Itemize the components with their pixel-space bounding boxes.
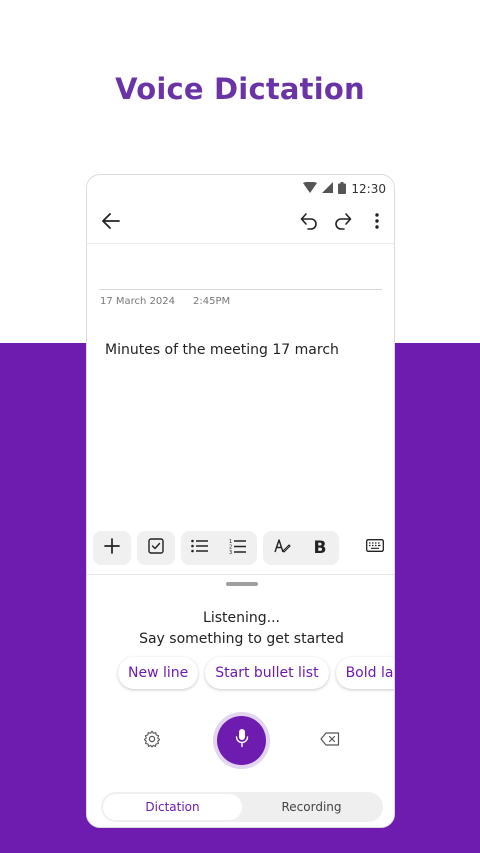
format-toolbar: 123 B <box>93 531 339 565</box>
back-arrow-icon <box>102 212 120 234</box>
numbered-list-button[interactable]: 123 <box>219 531 257 565</box>
listening-prompt: Say something to get started <box>139 631 344 647</box>
app-bar <box>87 203 394 243</box>
status-time: 12:30 <box>351 182 386 196</box>
title-field-underline[interactable] <box>99 289 382 290</box>
checkbox-group <box>137 531 175 565</box>
listening-status: Listening... <box>203 610 280 626</box>
mode-tabs: Dictation Recording <box>101 792 383 822</box>
text-format-group: B <box>263 531 339 565</box>
mic-icon <box>235 728 249 753</box>
note-time: 2:45PM <box>193 296 231 307</box>
redo-button[interactable] <box>327 207 359 239</box>
bullet-list-icon <box>191 539 209 558</box>
bold-icon: B <box>313 538 327 558</box>
keyboard-button[interactable] <box>357 531 393 565</box>
sheet-drag-handle[interactable] <box>226 582 258 586</box>
backspace-button[interactable] <box>317 728 343 754</box>
more-vert-icon <box>375 212 379 234</box>
undo-icon <box>300 212 318 235</box>
battery-icon <box>338 181 347 197</box>
numbered-list-icon: 123 <box>229 538 247 559</box>
list-group: 123 <box>181 531 257 565</box>
settings-icon <box>143 730 161 753</box>
wifi-icon <box>303 181 318 196</box>
pen-format-button[interactable] <box>263 531 301 565</box>
dictation-sheet: Listening... Say something to get starte… <box>87 574 394 827</box>
checkbox-icon <box>148 537 164 559</box>
note-dateline: 17 March 2024 2:45PM <box>100 296 230 307</box>
add-icon <box>104 537 120 559</box>
back-button[interactable] <box>95 207 127 239</box>
bold-button[interactable]: B <box>301 531 339 565</box>
headline: Voice Dictation <box>115 72 365 106</box>
dictation-controls <box>87 711 394 771</box>
signal-icon <box>322 182 334 196</box>
settings-button[interactable] <box>139 728 165 754</box>
chip-start-bullet-list[interactable]: Start bullet list <box>205 657 329 689</box>
mic-button[interactable] <box>217 716 266 765</box>
undo-button[interactable] <box>293 207 325 239</box>
more-options-button[interactable] <box>361 207 393 239</box>
status-bar: 12:30 <box>303 179 386 199</box>
phone-frame: 12:30 17 March 2024 2:45PM Minutes of th… <box>86 174 395 828</box>
mic-button-ring <box>213 712 270 769</box>
app-bar-divider <box>87 243 394 244</box>
note-date: 17 March 2024 <box>100 296 176 307</box>
redo-icon <box>334 212 352 235</box>
pen-format-icon <box>273 537 291 560</box>
keyboard-icon <box>366 539 384 557</box>
tab-recording[interactable]: Recording <box>242 794 381 820</box>
bullet-list-button[interactable] <box>181 531 219 565</box>
note-body[interactable]: Minutes of the meeting 17 march <box>105 342 339 358</box>
add-button[interactable] <box>93 531 131 565</box>
tab-dictation[interactable]: Dictation <box>103 794 242 820</box>
checkbox-button[interactable] <box>137 531 175 565</box>
command-chips: New line Start bullet list Bold last wo <box>118 657 394 689</box>
backspace-icon <box>320 731 340 751</box>
insert-group <box>93 531 131 565</box>
chip-new-line[interactable]: New line <box>118 657 199 689</box>
chip-bold-last-word[interactable]: Bold last wo <box>335 657 394 689</box>
svg-text:3: 3 <box>229 550 232 554</box>
